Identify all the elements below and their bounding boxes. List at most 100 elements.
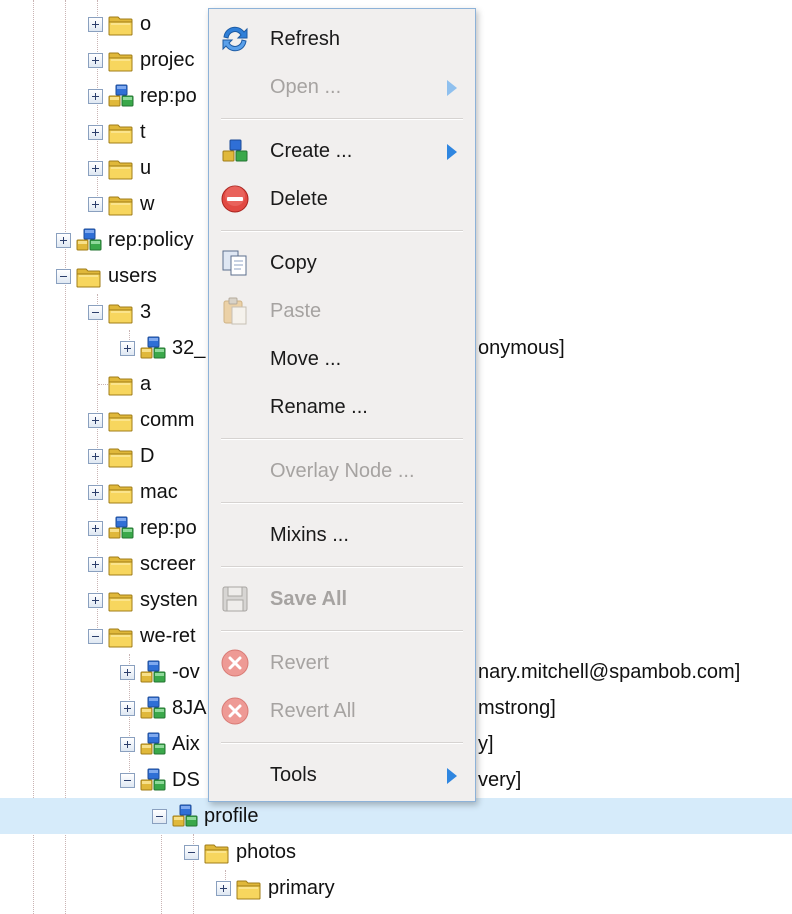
tree-node[interactable]: primary <box>216 870 335 906</box>
collapse-toggle-icon[interactable] <box>152 808 167 824</box>
menu-item-paste[interactable]: Paste <box>209 291 475 331</box>
expand-toggle-icon[interactable] <box>88 484 103 500</box>
menu-separator <box>221 630 463 632</box>
tree-node-label: we-ret <box>140 625 196 647</box>
tree-node[interactable]: mac <box>88 474 178 510</box>
tree-node-label: photos <box>236 841 297 863</box>
expand-toggle-icon[interactable] <box>88 520 103 536</box>
submenu-arrow-icon <box>447 144 457 160</box>
menu-separator <box>221 118 463 120</box>
menu-item-tools[interactable]: Tools <box>209 755 475 795</box>
tree-node-label: u <box>140 157 152 179</box>
tree-node-label: mac <box>140 481 178 503</box>
collapse-toggle-icon[interactable] <box>184 844 199 860</box>
menu-item-icon-slot <box>217 453 253 489</box>
menu-item-refresh[interactable]: Refresh <box>209 19 475 59</box>
tree-node[interactable]: users <box>56 258 157 294</box>
menu-item-icon-slot <box>217 757 253 793</box>
tree-node[interactable]: rep:po <box>88 78 197 114</box>
tree-node-label: systen <box>140 589 198 611</box>
tree-node-label: projec <box>140 49 195 71</box>
menu-item-label: Open ... <box>270 75 342 98</box>
folder-icon <box>107 298 135 326</box>
tree-node-label-suffix: nary.mitchell@spambob.com] <box>478 661 741 683</box>
tree-node[interactable]: 3 <box>88 294 151 330</box>
menu-item-label: Delete <box>270 187 328 210</box>
menu-item-delete[interactable]: Delete <box>209 179 475 219</box>
expand-toggle-icon[interactable] <box>88 592 103 608</box>
collapse-toggle-icon[interactable] <box>56 268 71 284</box>
menu-item-mixins[interactable]: Mixins ... <box>209 515 475 555</box>
tree-node[interactable]: a <box>88 366 151 402</box>
tree-node-label: D <box>140 445 155 467</box>
expand-toggle-icon[interactable] <box>88 556 103 572</box>
expand-toggle-icon[interactable] <box>88 412 103 428</box>
expand-toggle-icon[interactable] <box>88 160 103 176</box>
tree-node[interactable]: systen <box>88 582 198 618</box>
tree-node[interactable]: photos <box>184 834 296 870</box>
tree-node-label: rep:policy <box>108 229 194 251</box>
tree-node[interactable]: t <box>88 114 146 150</box>
menu-item-overlay-node[interactable]: Overlay Node ... <box>209 451 475 491</box>
menu-item-label: Refresh <box>270 27 341 50</box>
folder-icon <box>107 478 135 506</box>
tree-node[interactable]: we-ret <box>88 618 196 654</box>
folder-icon <box>75 262 103 290</box>
expand-toggle-icon[interactable] <box>88 88 103 104</box>
folder-icon <box>107 622 135 650</box>
tree-node[interactable]: rep:po <box>88 510 197 546</box>
menu-separator <box>221 502 463 504</box>
tree-node-label: profile <box>204 805 259 827</box>
menu-item-save-all[interactable]: Save All <box>209 579 475 619</box>
folder-icon <box>107 154 135 182</box>
policy-icon <box>75 226 103 254</box>
expand-toggle-icon[interactable] <box>88 448 103 464</box>
tree-node[interactable]: screer <box>88 546 196 582</box>
tree-node[interactable]: rep:policy <box>56 222 194 258</box>
save-icon <box>217 581 253 617</box>
expand-toggle-icon[interactable] <box>88 196 103 212</box>
expand-toggle-icon[interactable] <box>216 880 231 896</box>
menu-separator <box>221 438 463 440</box>
menu-item-create[interactable]: Create ... <box>209 131 475 171</box>
refresh-icon <box>217 21 253 57</box>
revert-all-icon <box>217 693 253 729</box>
menu-item-copy[interactable]: Copy <box>209 243 475 283</box>
menu-item-label: Mixins ... <box>270 523 349 546</box>
menu-item-revert[interactable]: Revert <box>209 643 475 683</box>
collapse-toggle-icon[interactable] <box>88 628 103 644</box>
menu-item-move[interactable]: Move ... <box>209 339 475 379</box>
tree-node[interactable]: comm <box>88 402 194 438</box>
tree-node-label: users <box>108 265 157 287</box>
expand-toggle-icon[interactable] <box>88 124 103 140</box>
menu-item-rename[interactable]: Rename ... <box>209 387 475 427</box>
folder-icon <box>107 10 135 38</box>
folder-icon <box>107 550 135 578</box>
expand-toggle-icon[interactable] <box>88 16 103 32</box>
submenu-arrow-icon <box>447 768 457 784</box>
menu-item-icon-slot <box>217 69 253 105</box>
menu-item-label: Rename ... <box>270 395 368 418</box>
tree-node[interactable]: o <box>88 6 151 42</box>
menu-item-open[interactable]: Open ... <box>209 67 475 107</box>
tree-node[interactable]: projec <box>88 42 194 78</box>
tree-node-label-suffix: onymous] <box>478 337 565 359</box>
folder-icon <box>107 586 135 614</box>
menu-item-icon-slot <box>217 341 253 377</box>
tree-node[interactable]: profile <box>152 798 258 834</box>
collapse-toggle-icon[interactable] <box>88 304 103 320</box>
tree-node-label: primary <box>268 877 335 899</box>
expand-toggle-icon[interactable] <box>88 52 103 68</box>
menu-item-revert-all[interactable]: Revert All <box>209 691 475 731</box>
copy-icon <box>217 245 253 281</box>
tree-node-label: 3 <box>140 301 152 323</box>
tree-node[interactable]: u <box>88 150 151 186</box>
menu-item-label: Move ... <box>270 347 342 370</box>
expand-toggle-icon[interactable] <box>56 232 71 248</box>
menu-separator <box>221 230 463 232</box>
tree-node[interactable]: w <box>88 186 154 222</box>
user-icon <box>171 802 199 830</box>
tree-node[interactable]: D <box>88 438 154 474</box>
tree-node-label: t <box>140 121 146 143</box>
